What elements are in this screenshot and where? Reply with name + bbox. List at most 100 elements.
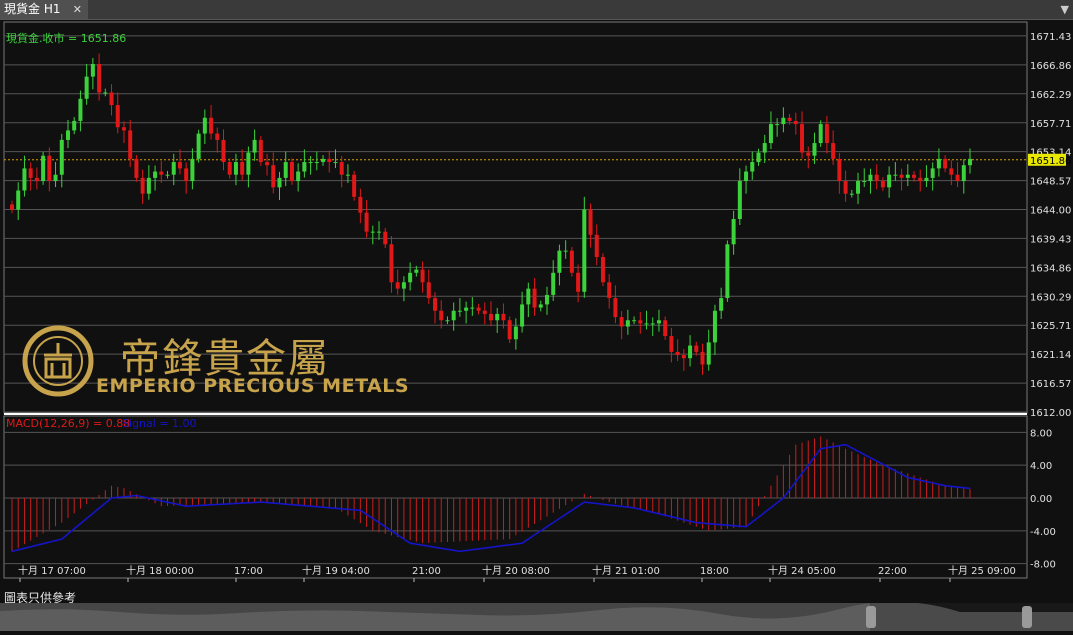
candle-body [153, 171, 158, 178]
candle-body [576, 272, 581, 292]
candle-body [227, 162, 232, 175]
candle-body [737, 181, 742, 219]
candle-body [526, 288, 531, 305]
candle-body [59, 139, 64, 175]
candle-body [532, 288, 537, 308]
candle-body [115, 105, 120, 128]
candle-body [961, 165, 966, 182]
candle-body [271, 165, 276, 188]
candle-body [202, 117, 207, 134]
candle-body [97, 63, 102, 93]
candle-body [793, 120, 798, 125]
candle-body [358, 196, 363, 213]
candle-body [600, 256, 605, 283]
candle-body [370, 231, 375, 233]
candle-body [507, 320, 512, 340]
candle-body [650, 323, 655, 325]
candle-body [588, 209, 593, 235]
x-tick-label: 十月 19 04:00 [302, 564, 370, 577]
candle-body [681, 355, 686, 359]
x-tick-label: 18:00 [700, 566, 729, 577]
candle-body [65, 130, 70, 140]
candle-body [408, 272, 413, 283]
candle-body [706, 342, 711, 365]
close-icon[interactable]: ✕ [73, 0, 82, 19]
price-tick-label: 1616.57 [1030, 379, 1071, 390]
x-tick-label: 十月 20 08:00 [482, 564, 550, 577]
candle-body [520, 304, 525, 327]
candle-body [644, 323, 649, 325]
candle-body [563, 250, 568, 252]
candle-body [140, 177, 145, 194]
candle-body [146, 177, 151, 194]
candle-body [482, 310, 487, 314]
candle-body [824, 124, 829, 144]
price-tick-label: 1621.14 [1030, 350, 1071, 361]
candle-body [918, 177, 923, 182]
candle-body [321, 158, 326, 163]
candle-body [103, 92, 108, 94]
candle-body [513, 326, 518, 340]
candle-body [215, 133, 220, 140]
candle-body [47, 155, 52, 182]
candle-body [289, 162, 294, 182]
macd-legend: MACD(12,26,9) = 0.88 [6, 417, 131, 430]
candle-body [414, 269, 419, 273]
chart-tab-title: 現貨金 H1 [4, 2, 61, 16]
candle-body [121, 127, 126, 131]
x-tick-label: 十月 21 01:00 [592, 564, 660, 577]
candle-body [134, 158, 139, 178]
x-tick-label: 十月 25 09:00 [948, 564, 1016, 577]
candle-body [538, 304, 543, 308]
candle-body [84, 76, 89, 99]
candle-body [233, 162, 238, 175]
candle-body [787, 117, 792, 121]
candle-body [165, 174, 170, 176]
candle-body [495, 313, 500, 321]
scrollbar[interactable] [0, 601, 1073, 631]
candle-body [22, 168, 27, 191]
candle-body [812, 143, 817, 156]
candle-body [34, 177, 39, 182]
candle-body [905, 174, 910, 178]
candle-body [756, 152, 761, 163]
candle-body [688, 345, 693, 359]
candle-body [389, 244, 394, 283]
candle-body [632, 320, 637, 322]
dropdown-icon[interactable]: ▼ [1061, 0, 1069, 19]
scroll-handle-left[interactable] [866, 606, 876, 628]
candle-body [333, 162, 338, 164]
candle-body [476, 307, 481, 311]
candle-body [943, 158, 948, 169]
candle-body [171, 162, 176, 175]
scroll-handle-right[interactable] [1022, 606, 1032, 628]
candle-body [184, 168, 189, 182]
candle-body [489, 313, 493, 321]
candle-body [700, 351, 705, 365]
candle-body [377, 231, 382, 233]
candle-body [768, 124, 773, 144]
price-tick-label: 1639.43 [1030, 234, 1071, 245]
price-tick-label: 1657.71 [1030, 119, 1071, 130]
macd-tick-label: 4.00 [1030, 461, 1052, 472]
tab-bar: 現貨金 H1 ✕ ▼ [0, 0, 1073, 20]
chart-tab[interactable]: 現貨金 H1 ✕ [0, 0, 88, 19]
price-tick-label: 1671.43 [1030, 32, 1071, 43]
price-tick-label: 1634.86 [1030, 263, 1071, 274]
candle-body [924, 177, 929, 182]
chart-area[interactable]: 1671.431666.861662.291657.711653.141648.… [0, 20, 1073, 589]
candle-body [899, 174, 904, 178]
candle-body [451, 310, 456, 321]
candle-body [265, 162, 270, 166]
candle-body [893, 174, 898, 176]
last-price-label: 1651.86 [1030, 156, 1071, 167]
candle-body [775, 124, 780, 126]
candle-body [744, 171, 749, 182]
candle-body [930, 168, 935, 178]
candle-body [831, 143, 836, 159]
candle-body [856, 181, 861, 194]
candle-body [445, 320, 450, 322]
candle-body [159, 171, 164, 175]
x-tick-label: 22:00 [878, 566, 907, 577]
candle-body [750, 162, 755, 172]
